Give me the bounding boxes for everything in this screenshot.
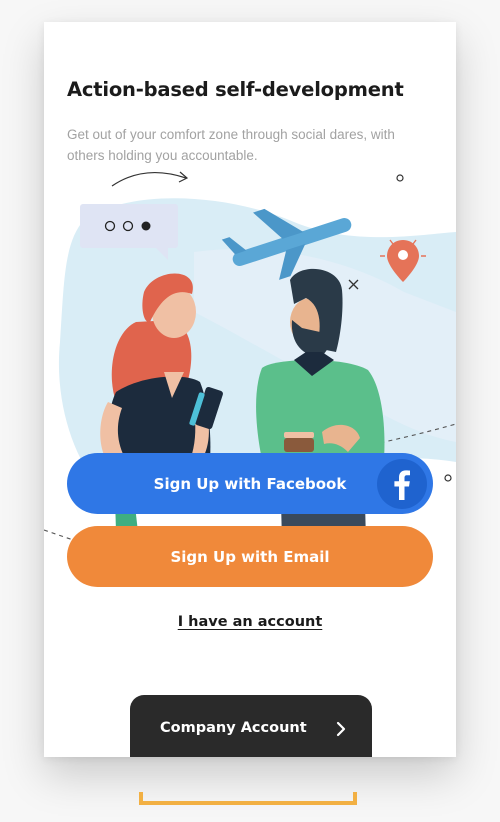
- login-link[interactable]: I have an account: [44, 614, 456, 630]
- signup-facebook-button[interactable]: Sign Up with Facebook: [67, 453, 433, 514]
- company-account-label: Company Account: [160, 720, 307, 736]
- signup-email-label: Sign Up with Email: [170, 547, 330, 566]
- facebook-logo-icon: [377, 459, 427, 509]
- hero-illustration: [44, 171, 456, 582]
- page-subtitle: Get out of your comfort zone through soc…: [67, 127, 395, 163]
- signup-email-button[interactable]: Sign Up with Email: [67, 526, 433, 587]
- page-title: Action-based self-development: [67, 78, 404, 101]
- chevron-right-icon: [336, 721, 346, 737]
- bottom-accent-bracket: [139, 792, 357, 805]
- company-account-button[interactable]: Company Account: [130, 695, 372, 757]
- signup-screen: Action-based self-development Get out of…: [44, 22, 456, 757]
- signup-facebook-label: Sign Up with Facebook: [153, 474, 347, 493]
